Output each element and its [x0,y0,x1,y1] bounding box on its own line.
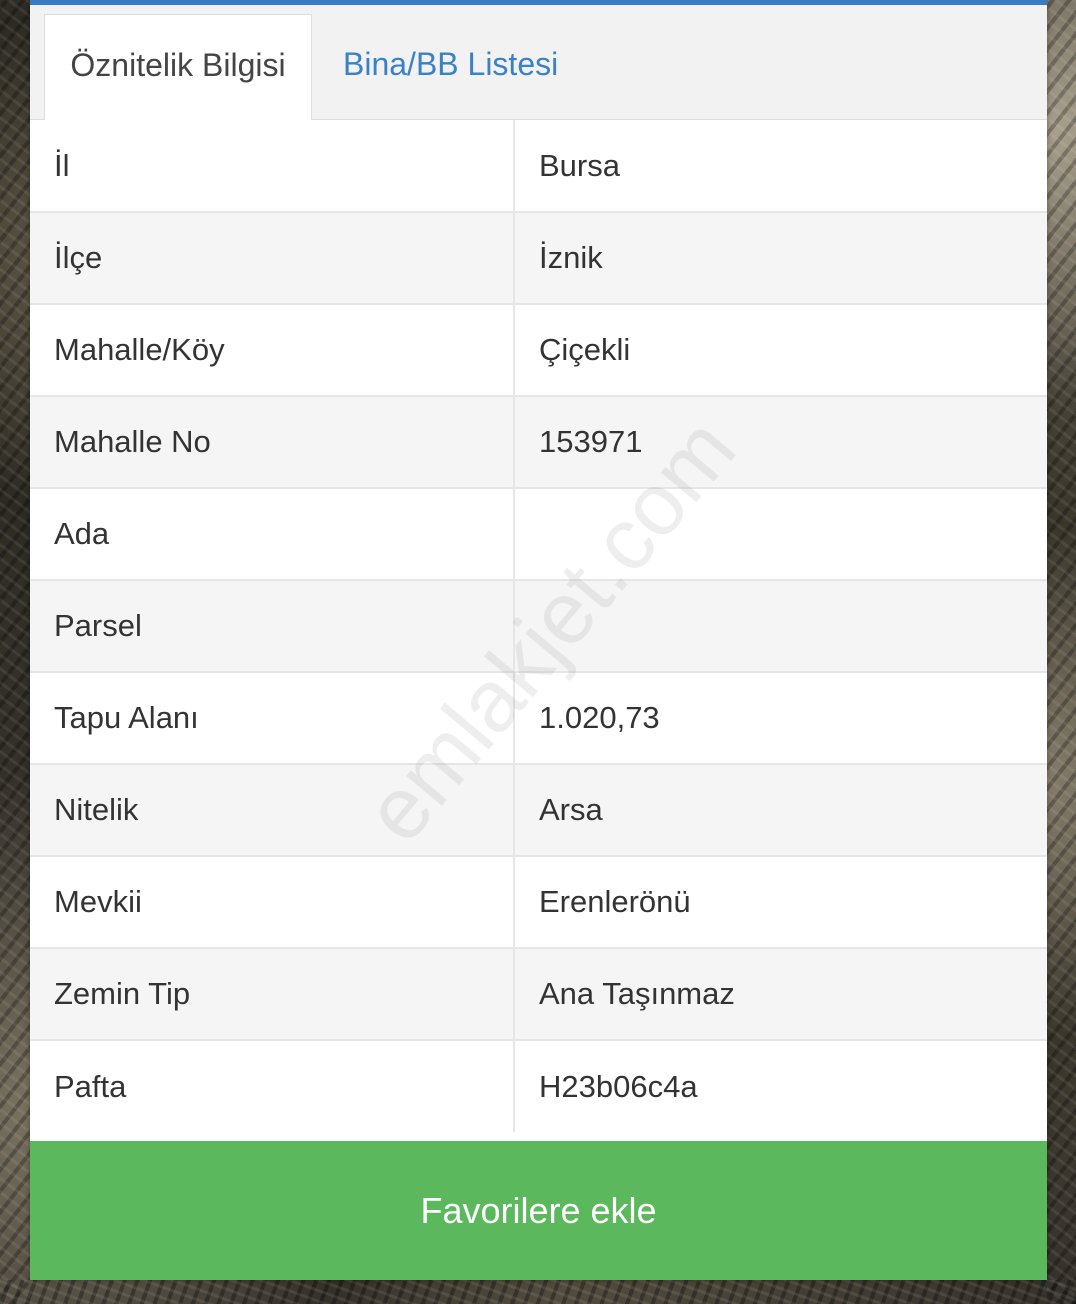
parcel-info-panel: Öznitelik Bilgisi Bina/BB Listesi İl Bur… [30,0,1047,1280]
table-row: Pafta H23b06c4a [30,1040,1047,1132]
attribute-key: Mevkii [30,856,515,949]
table-row: Mahalle No 153971 [30,396,1047,489]
attribute-value: 153971 [514,396,1047,489]
attribute-value: Erenlerönü [514,856,1047,949]
attribute-value: Ana Taşınmaz [514,948,1047,1041]
table-row: Mevkii Erenlerönü [30,856,1047,949]
attribute-key: Mahalle No [30,396,515,489]
attribute-key: Zemin Tip [30,948,515,1041]
attribute-value [514,580,1047,673]
attribute-value: H23b06c4a [514,1040,1047,1132]
attribute-table: İl Bursa İlçe İznik Mahalle/Köy Çiçekli … [30,120,1047,1132]
table-row: Tapu Alanı 1.020,73 [30,672,1047,765]
table-row: Parsel [30,580,1047,673]
attribute-key: Nitelik [30,764,515,857]
attribute-key: Pafta [30,1040,515,1132]
tab-bar: Öznitelik Bilgisi Bina/BB Listesi [30,5,1047,121]
table-row: Zemin Tip Ana Taşınmaz [30,948,1047,1041]
attribute-value: İznik [514,212,1047,305]
attribute-value: Arsa [514,764,1047,857]
attribute-key: İl [30,120,515,213]
attribute-key: İlçe [30,212,515,305]
attribute-key: Tapu Alanı [30,672,515,765]
attribute-value: Bursa [514,120,1047,213]
table-row: Nitelik Arsa [30,764,1047,857]
attribute-key: Mahalle/Köy [30,304,515,397]
table-row: Mahalle/Köy Çiçekli [30,304,1047,397]
map-background-right [1047,0,1076,1304]
map-background-bottom [0,1280,1076,1304]
tab-attribute-info[interactable]: Öznitelik Bilgisi [44,14,312,121]
attribute-value: Çiçekli [514,304,1047,397]
table-row: İlçe İznik [30,212,1047,305]
attribute-key: Ada [30,488,515,581]
attribute-value: 1.020,73 [514,672,1047,765]
add-to-favorites-button[interactable]: Favorilere ekle [30,1141,1047,1280]
tab-building-list[interactable]: Bina/BB Listesi [343,14,558,120]
attribute-value [514,488,1047,581]
table-row: İl Bursa [30,120,1047,213]
table-row: Ada [30,488,1047,581]
map-background-left [0,0,30,1304]
attribute-key: Parsel [30,580,515,673]
